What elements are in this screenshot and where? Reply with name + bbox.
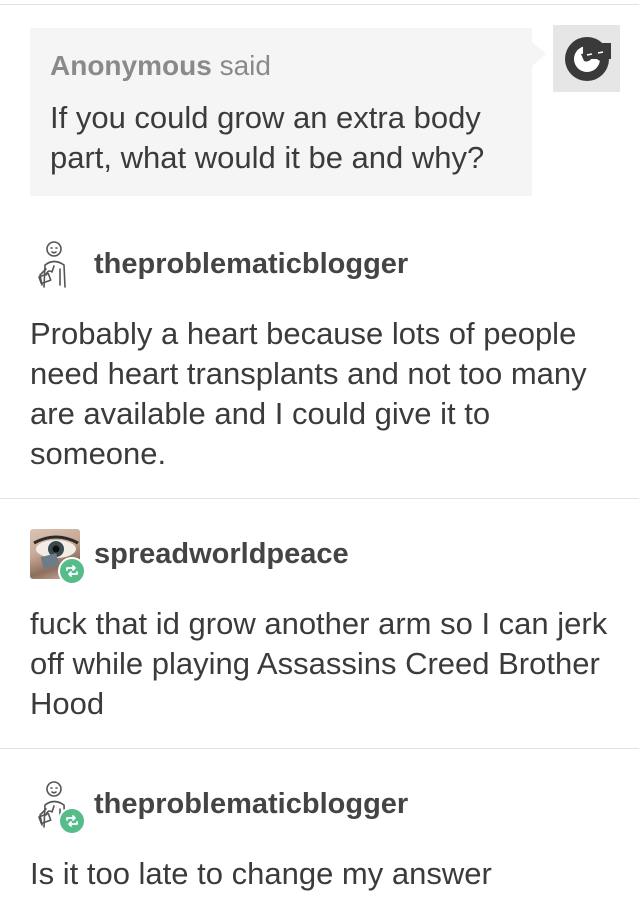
username[interactable]: spreadworldpeace	[94, 538, 349, 571]
username[interactable]: theproblematicblogger	[94, 788, 408, 821]
post-header: spreadworldpeace	[30, 526, 349, 585]
reblog-icon	[66, 565, 78, 577]
ask-bubble: Anonymous said If you could grow an extr…	[30, 28, 532, 196]
post-text: Is it too late to change my answer	[30, 856, 492, 891]
top-divider	[0, 0, 639, 5]
ask-said-label: said	[219, 50, 271, 81]
post-divider	[0, 498, 639, 499]
post-divider	[0, 748, 639, 749]
ask-bubble-tail	[532, 42, 546, 66]
avatar[interactable]	[30, 779, 86, 835]
ask-header: Anonymous said	[50, 48, 512, 84]
post-text: Probably a heart because lots of people …	[30, 316, 587, 471]
post-text: fuck that id grow another arm so I can j…	[30, 606, 608, 721]
reblog-badge	[58, 557, 86, 585]
asker-name[interactable]: Anonymous	[50, 50, 212, 81]
post-header: theproblematicblogger	[30, 776, 408, 835]
avatar[interactable]	[30, 529, 86, 585]
reblog-icon	[66, 815, 78, 827]
ask-question: If you could grow an extra body part, wh…	[50, 100, 485, 175]
post-header: theproblematicblogger	[30, 236, 408, 292]
thinking-person-icon	[38, 241, 66, 288]
reblog-badge	[58, 807, 86, 835]
avatar[interactable]	[30, 239, 80, 289]
anonymous-avatar[interactable]	[553, 25, 620, 92]
username[interactable]: theproblematicblogger	[94, 248, 408, 281]
sunglasses-face-icon	[564, 36, 611, 81]
